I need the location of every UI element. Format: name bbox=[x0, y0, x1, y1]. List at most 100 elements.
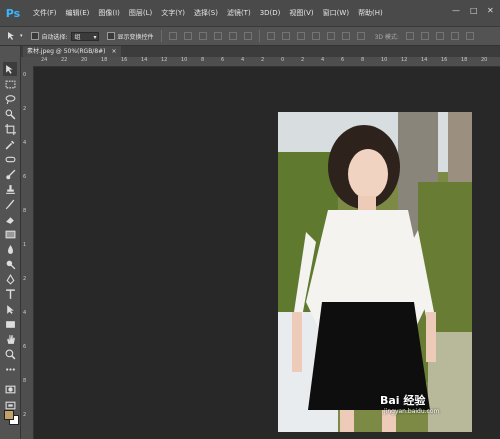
gradient-tool-icon[interactable] bbox=[3, 227, 17, 241]
ruler-v-label: 8 bbox=[23, 378, 27, 384]
menu-view[interactable]: 视图(V) bbox=[289, 8, 313, 18]
blur-tool-icon[interactable] bbox=[3, 242, 17, 256]
document-tab-title: 素材.jpeg @ 50%(RGB/8#) bbox=[27, 48, 106, 55]
menu-file[interactable]: 文件(F) bbox=[33, 8, 57, 18]
align-left-icon[interactable] bbox=[213, 32, 222, 40]
ruler-h-label: 16 bbox=[441, 57, 448, 63]
menu-help[interactable]: 帮助(H) bbox=[358, 8, 383, 18]
menu-type[interactable]: 文字(Y) bbox=[161, 8, 185, 18]
marquee-tool-icon[interactable] bbox=[3, 77, 17, 91]
ruler-h-label: 8 bbox=[361, 57, 365, 63]
document-tab[interactable]: 素材.jpeg @ 50%(RGB/8#) × bbox=[23, 46, 121, 57]
healing-brush-tool-icon[interactable] bbox=[3, 152, 17, 166]
ruler-h-label: 2 bbox=[301, 57, 305, 63]
distribute-left-icon[interactable] bbox=[311, 32, 320, 40]
show-transform-label: 显示变换控件 bbox=[117, 33, 154, 41]
ruler-h-label: 20 bbox=[481, 57, 488, 63]
menu-layer[interactable]: 图层(L) bbox=[129, 8, 152, 18]
type-tool-icon[interactable] bbox=[3, 287, 17, 301]
ruler-origin[interactable] bbox=[21, 57, 33, 66]
3d-mode-label: 3D 模式: bbox=[374, 33, 399, 41]
move-tool-preset-icon[interactable] bbox=[6, 31, 18, 41]
ruler-h-label: 10 bbox=[381, 57, 388, 63]
auto-align-icon[interactable] bbox=[356, 32, 365, 40]
align-top-icon[interactable] bbox=[168, 32, 177, 40]
baidu-watermark: Bai 经验 bbox=[380, 394, 426, 407]
close-window-button[interactable]: ✕ bbox=[487, 6, 494, 15]
distribute-top-icon[interactable] bbox=[266, 32, 275, 40]
document-image[interactable] bbox=[278, 112, 472, 432]
quick-mask-icon[interactable] bbox=[3, 382, 17, 396]
lasso-tool-icon[interactable] bbox=[3, 92, 17, 106]
options-bar: ▾ 自动选择: 组 显示变换控件 3D 模式: bbox=[0, 27, 500, 46]
show-transform-checkbox[interactable] bbox=[106, 32, 115, 40]
distribute-bottom-icon[interactable] bbox=[296, 32, 305, 40]
menu-filter[interactable]: 滤镜(T) bbox=[227, 8, 251, 18]
ruler-v-label: 1 bbox=[23, 242, 27, 248]
more-tools-icon[interactable] bbox=[3, 362, 17, 376]
baidu-watermark-url: jingyan.baidu.com bbox=[384, 408, 440, 415]
distribute-right-icon[interactable] bbox=[341, 32, 350, 40]
divider bbox=[160, 30, 162, 42]
3d-rotate-icon[interactable] bbox=[405, 32, 414, 40]
crop-tool-icon[interactable] bbox=[3, 122, 17, 136]
ruler-h-label: 20 bbox=[81, 57, 88, 63]
close-tab-icon[interactable]: × bbox=[112, 48, 117, 55]
3d-pan-icon[interactable] bbox=[435, 32, 444, 40]
screen-mode-icon[interactable] bbox=[3, 398, 17, 412]
path-selection-tool-icon[interactable] bbox=[3, 302, 17, 316]
align-horizontal-center-icon[interactable] bbox=[228, 32, 237, 40]
menu-select[interactable]: 选择(S) bbox=[194, 8, 218, 18]
3d-scale-icon[interactable] bbox=[465, 32, 474, 40]
distribute-center-icon[interactable] bbox=[281, 32, 290, 40]
eyedropper-tool-icon[interactable] bbox=[3, 137, 17, 151]
minimize-button[interactable]: — bbox=[452, 6, 460, 15]
ruler-h-label: 8 bbox=[201, 57, 205, 63]
3d-slide-icon[interactable] bbox=[450, 32, 459, 40]
distribute-hcenter-icon[interactable] bbox=[326, 32, 335, 40]
menu-edit[interactable]: 编辑(E) bbox=[66, 8, 90, 18]
align-vertical-center-icon[interactable] bbox=[183, 32, 192, 40]
ruler-h-label: 14 bbox=[141, 57, 148, 63]
menu-window[interactable]: 窗口(W) bbox=[323, 8, 349, 18]
shape-tool-icon[interactable] bbox=[3, 317, 17, 331]
auto-select-dropdown[interactable]: 组 bbox=[70, 31, 99, 42]
ruler-h-label: 4 bbox=[241, 57, 245, 63]
menu-image[interactable]: 图像(I) bbox=[98, 8, 120, 18]
ruler-v-label: 0 bbox=[23, 72, 27, 78]
menu-3d[interactable]: 3D(D) bbox=[260, 9, 281, 17]
ruler-v-label: 6 bbox=[23, 174, 27, 180]
divider bbox=[258, 30, 260, 42]
photoshop-logo: Ps bbox=[5, 6, 21, 20]
auto-select-checkbox[interactable] bbox=[30, 32, 39, 40]
ruler-h-label: 10 bbox=[181, 57, 188, 63]
ruler-h-label: 12 bbox=[161, 57, 168, 63]
vertical-ruler[interactable]: 0 2 4 6 8 1 2 4 6 8 2 bbox=[21, 66, 34, 439]
brush-tool-icon[interactable] bbox=[3, 167, 17, 181]
tools-panel bbox=[0, 46, 21, 439]
ruler-h-label: 6 bbox=[221, 57, 225, 63]
clone-stamp-tool-icon[interactable] bbox=[3, 182, 17, 196]
move-tool-icon[interactable] bbox=[3, 62, 17, 76]
chevron-down-icon[interactable]: ▾ bbox=[20, 33, 23, 39]
pen-tool-icon[interactable] bbox=[3, 272, 17, 286]
ruler-h-label: 6 bbox=[341, 57, 345, 63]
ruler-h-label: 22 bbox=[61, 57, 68, 63]
zoom-tool-icon[interactable] bbox=[3, 347, 17, 361]
quick-select-tool-icon[interactable] bbox=[3, 107, 17, 121]
ruler-h-label: 18 bbox=[101, 57, 108, 63]
ruler-h-label: 12 bbox=[401, 57, 408, 63]
align-right-icon[interactable] bbox=[243, 32, 252, 40]
ruler-h-label: 18 bbox=[461, 57, 468, 63]
hand-tool-icon[interactable] bbox=[3, 332, 17, 346]
eraser-tool-icon[interactable] bbox=[3, 212, 17, 226]
3d-roll-icon[interactable] bbox=[420, 32, 429, 40]
history-brush-tool-icon[interactable] bbox=[3, 197, 17, 211]
align-bottom-icon[interactable] bbox=[198, 32, 207, 40]
ruler-v-label: 6 bbox=[23, 344, 27, 350]
maximize-button[interactable]: □ bbox=[470, 6, 478, 15]
dodge-tool-icon[interactable] bbox=[3, 257, 17, 271]
horizontal-ruler[interactable]: 24 22 20 18 16 14 12 10 8 6 4 2 0 2 4 6 8 10 12 14 16 18 20 bbox=[33, 57, 500, 67]
auto-select-label: 自动选择: bbox=[41, 33, 68, 41]
menu-bar: Ps 文件(F) 编辑(E) 图像(I) 图层(L) 文字(Y) 选择(S) 滤… bbox=[0, 0, 500, 27]
